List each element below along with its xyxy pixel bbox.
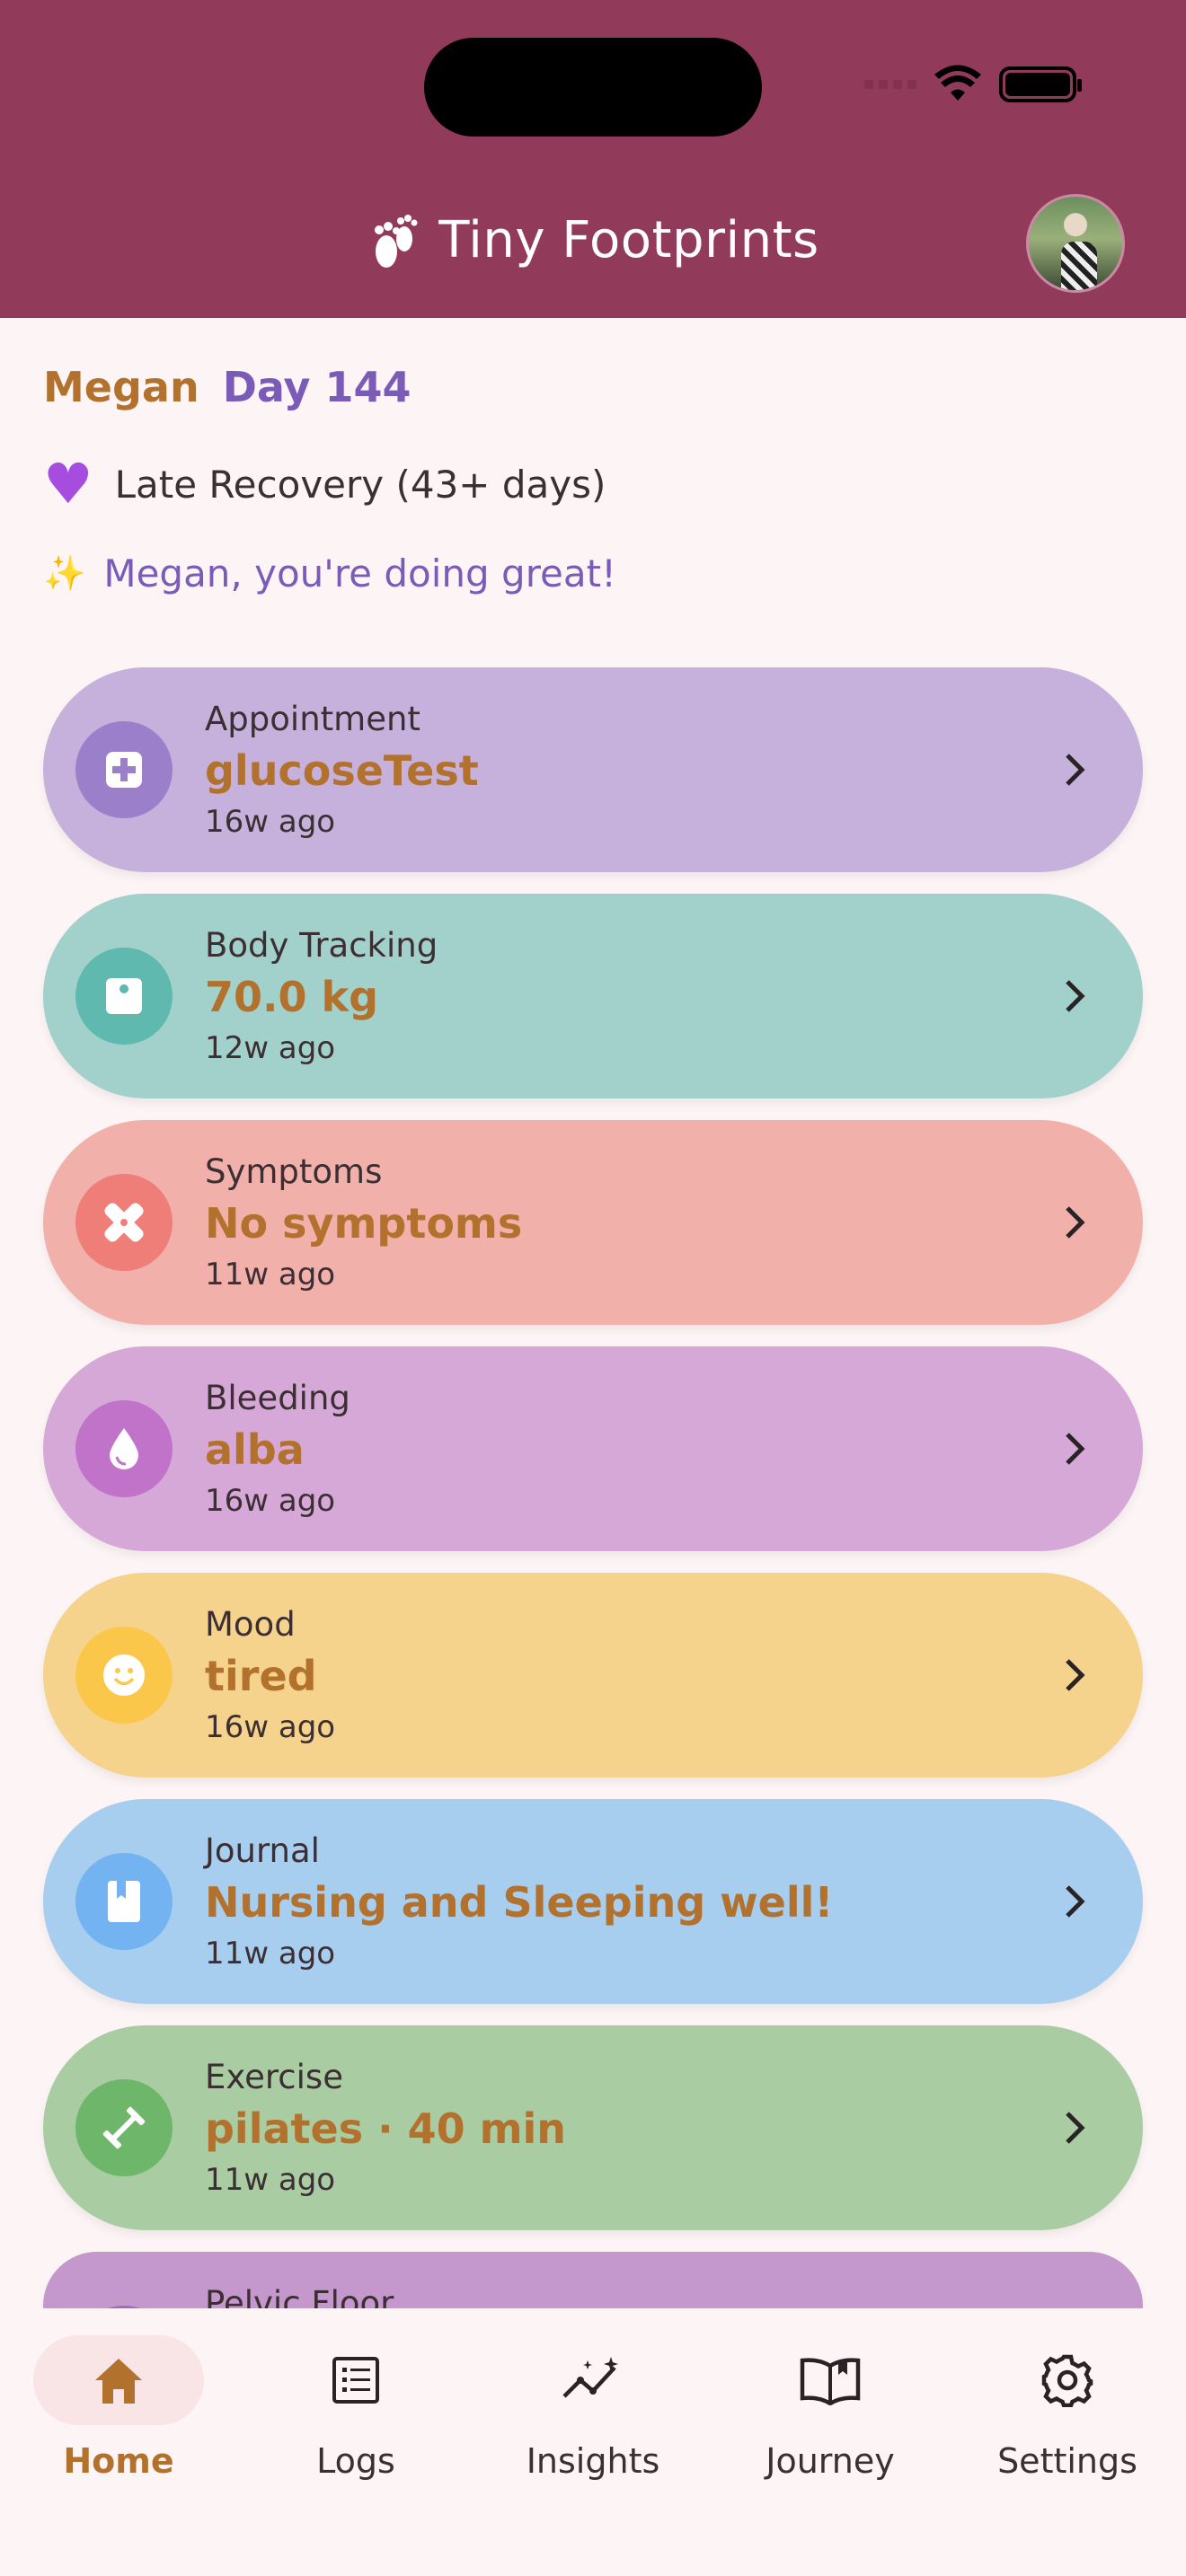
chevron-right-icon [1066,1433,1085,1465]
purple-heart-icon: ♥ [43,451,93,516]
list-icon [270,2335,441,2425]
greeting-line: Megan Day 144 [43,363,412,411]
card-value: glucoseTest [205,746,479,795]
user-name: Megan [43,363,199,411]
app-title: Tiny Footprints [438,210,819,269]
bottom-navigation: Home Logs Insights Journey Settings [0,2308,1186,2576]
nav-label: Journey [766,2441,895,2481]
card-time: 11w ago [205,1936,336,1972]
card-category: Journal [205,1831,320,1870]
open-book-icon [745,2335,916,2425]
phase-label: Late Recovery (43+ days) [114,462,606,507]
card-symptoms[interactable]: Symptoms No symptoms 11w ago [43,1120,1143,1325]
card-value: No symptoms [205,1199,523,1248]
sparkles-icon: ✨ [43,553,86,593]
card-category: Body Tracking [205,926,438,965]
card-value: alba [205,1425,305,1474]
card-exercise[interactable]: Exercise pilates · 40 min 11w ago [43,2025,1143,2230]
medical-cross-icon [75,721,173,818]
card-category: Symptoms [205,1152,383,1191]
card-value: Nursing and Sleeping well! [205,1878,834,1927]
smiley-icon [75,1627,173,1724]
log-cards-list: Appointment glucoseTest 16w ago Body Tra… [43,667,1143,2381]
chevron-right-icon [1066,754,1085,786]
nav-label: Home [63,2441,174,2481]
bandage-icon [75,1174,173,1271]
card-value: 70.0 kg [205,973,379,1021]
insights-icon [508,2335,678,2425]
battery-icon [999,66,1082,102]
card-category: Bleeding [205,1379,350,1417]
card-category: Mood [205,1605,296,1644]
day-counter: Day 144 [222,363,412,411]
card-time: 16w ago [205,1709,336,1745]
scale-icon [75,948,173,1045]
card-time: 12w ago [205,1030,336,1066]
nav-home[interactable]: Home [2,2335,235,2515]
card-mood[interactable]: Mood tired 16w ago [43,1573,1143,1778]
encouragement-text: Megan, you're doing great! [103,551,616,595]
status-bar [864,65,1082,104]
card-appointment[interactable]: Appointment glucoseTest 16w ago [43,667,1143,872]
recovery-phase: ♥ Late Recovery (43+ days) [43,456,606,512]
chevron-right-icon [1066,1885,1085,1918]
card-value: tired [205,1652,317,1700]
drop-icon [75,1400,173,1497]
nav-insights[interactable]: Insights [476,2335,710,2515]
book-icon [75,1853,173,1950]
home-icon [33,2335,204,2425]
nav-journey[interactable]: Journey [713,2335,947,2515]
chevron-right-icon [1066,980,1085,1012]
card-value: pilates · 40 min [205,2104,567,2153]
encouragement: ✨ Megan, you're doing great! [43,551,616,595]
card-journal[interactable]: Journal Nursing and Sleeping well! 11w a… [43,1799,1143,2004]
profile-avatar[interactable] [1026,194,1125,293]
app-header: Tiny Footprints [0,0,1186,318]
card-time: 11w ago [205,1257,336,1292]
gear-icon [982,2335,1153,2425]
nav-label: Logs [316,2441,395,2481]
card-time: 16w ago [205,804,336,840]
nav-logs[interactable]: Logs [239,2335,473,2515]
card-time: 11w ago [205,2162,336,2198]
dumbbell-icon [75,2079,173,2176]
nav-settings[interactable]: Settings [951,2335,1184,2515]
footprints-icon [375,215,418,268]
nav-label: Insights [526,2441,660,2481]
dynamic-island [424,38,762,137]
chevron-right-icon [1066,1659,1085,1691]
card-time: 16w ago [205,1483,336,1519]
nav-label: Settings [997,2441,1137,2481]
card-category: Exercise [205,2058,343,2096]
card-bleeding[interactable]: Bleeding alba 16w ago [43,1346,1143,1551]
wifi-icon [934,65,981,101]
chevron-right-icon [1066,2112,1085,2144]
card-category: Appointment [205,700,420,738]
chevron-right-icon [1066,1206,1085,1239]
card-body-tracking[interactable]: Body Tracking 70.0 kg 12w ago [43,894,1143,1098]
signal-icon [864,80,916,89]
